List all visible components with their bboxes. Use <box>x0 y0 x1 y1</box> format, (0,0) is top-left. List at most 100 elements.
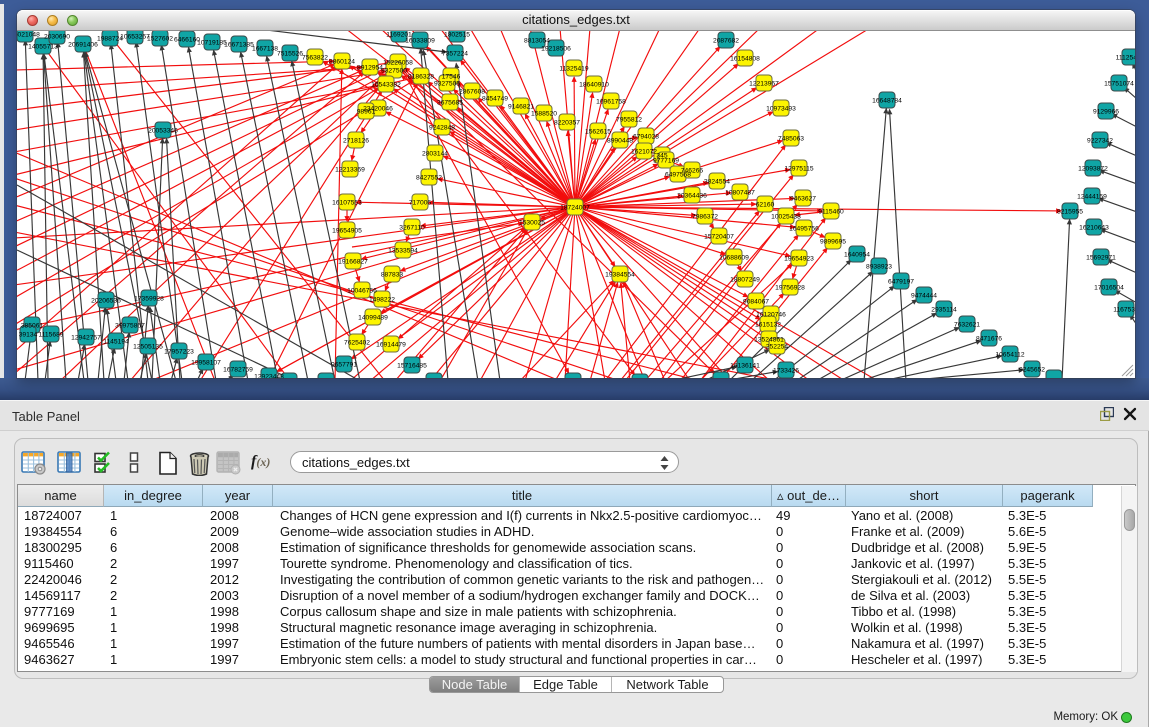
svg-text:7625402: 7625402 <box>344 339 370 346</box>
svg-text:17016504: 17016504 <box>1094 284 1124 291</box>
svg-text:16033809: 16033809 <box>405 37 435 44</box>
svg-text:1640954: 1640954 <box>844 251 870 258</box>
svg-text:14099489: 14099489 <box>358 314 388 321</box>
svg-text:9657791: 9657791 <box>331 361 357 368</box>
svg-text:10653267: 10653267 <box>120 33 150 40</box>
svg-text:19654905: 19654905 <box>332 227 362 234</box>
svg-text:8220357: 8220357 <box>554 119 580 126</box>
svg-text:98961: 98961 <box>357 108 376 115</box>
svg-text:9245652: 9245652 <box>1019 366 1045 373</box>
svg-text:39975867: 39975867 <box>115 322 145 329</box>
svg-text:7563822: 7563822 <box>302 54 328 61</box>
svg-text:19654923: 19654923 <box>784 255 814 262</box>
svg-text:1530025: 1530025 <box>519 219 545 226</box>
svg-text:10807487: 10807487 <box>725 189 755 196</box>
svg-text:385061: 385061 <box>21 322 44 329</box>
svg-text:16782759: 16782759 <box>223 366 253 373</box>
svg-text:10654112: 10654112 <box>995 351 1025 358</box>
svg-text:7632621: 7632621 <box>954 321 980 328</box>
svg-text:9327500: 9327500 <box>381 67 407 74</box>
svg-text:2935114: 2935114 <box>931 306 957 313</box>
svg-text:19958107: 19958107 <box>191 359 221 366</box>
svg-text:8215955: 8215955 <box>1057 208 1083 215</box>
svg-text:16961758: 16961758 <box>596 98 626 105</box>
svg-text:16107553: 16107553 <box>332 199 362 206</box>
svg-text:8186328: 8186328 <box>408 73 434 80</box>
svg-text:2718126: 2718126 <box>343 137 369 144</box>
svg-text:1667138: 1667138 <box>252 45 278 52</box>
svg-text:2803144: 2803144 <box>422 150 448 157</box>
svg-text:8454749: 8454749 <box>482 95 508 102</box>
svg-text:15720407: 15720407 <box>704 233 734 240</box>
svg-text:7357224: 7357224 <box>442 50 468 57</box>
svg-text:17957223: 17957223 <box>164 348 194 355</box>
svg-text:1167533: 1167533 <box>1113 306 1135 313</box>
svg-text:18724007: 18724007 <box>560 204 590 211</box>
svg-text:12213369: 12213369 <box>335 166 365 173</box>
svg-text:1802515: 1802515 <box>444 31 470 38</box>
svg-text:8471676: 8471676 <box>976 335 1002 342</box>
svg-text:16648784: 16648784 <box>872 97 902 104</box>
svg-text:15716485: 15716485 <box>397 362 427 369</box>
svg-text:19166827: 19166827 <box>338 258 368 265</box>
svg-text:12505135: 12505135 <box>133 343 163 350</box>
svg-text:12213967: 12213967 <box>749 80 779 87</box>
svg-text:16210643: 16210643 <box>1079 224 1109 231</box>
svg-text:12923448: 12923448 <box>254 373 284 378</box>
svg-text:8860124: 8860124 <box>329 58 355 65</box>
svg-text:15692971: 15692971 <box>1086 254 1116 261</box>
svg-text:9899695: 9899695 <box>820 238 846 245</box>
svg-text:1615132: 1615132 <box>755 321 781 328</box>
svg-text:746266: 746266 <box>681 167 704 174</box>
svg-text:8912954: 8912954 <box>357 64 383 71</box>
svg-text:19384554: 19384554 <box>605 271 635 278</box>
svg-text:20206536: 20206536 <box>91 297 121 304</box>
svg-text:1588520: 1588520 <box>531 110 557 117</box>
svg-text:16543382: 16543382 <box>371 81 401 88</box>
svg-text:12942757: 12942757 <box>71 334 101 341</box>
svg-text:2867608: 2867608 <box>459 88 485 95</box>
svg-text:717006: 717006 <box>409 199 432 206</box>
svg-text:9777169: 9777169 <box>653 157 679 164</box>
svg-text:8427552: 8427552 <box>416 174 442 181</box>
svg-text:2087682: 2087682 <box>713 37 739 44</box>
svg-text:3824554: 3824554 <box>704 178 730 185</box>
svg-text:18640910: 18640910 <box>579 81 609 88</box>
svg-text:16914479: 16914479 <box>376 341 406 348</box>
svg-text:20691406: 20691406 <box>68 41 98 48</box>
svg-text:16495756: 16495756 <box>789 225 819 232</box>
svg-text:887833: 887833 <box>381 271 404 278</box>
svg-text:9242848: 9242848 <box>429 124 455 131</box>
svg-text:16136141: 16136141 <box>730 362 760 369</box>
svg-text:16021048: 16021048 <box>17 31 40 38</box>
svg-text:1621072: 1621072 <box>631 148 657 155</box>
svg-text:6479197: 6479197 <box>888 278 914 285</box>
svg-text:10025438: 10025438 <box>771 213 801 220</box>
svg-text:13524861: 13524861 <box>754 336 784 343</box>
svg-text:9129966: 9129966 <box>1093 108 1119 115</box>
svg-text:17546: 17546 <box>442 73 461 80</box>
svg-text:2030690: 2030690 <box>44 33 70 40</box>
svg-text:14055713: 14055713 <box>28 43 58 50</box>
svg-text:11125419: 11125419 <box>1116 54 1135 61</box>
svg-text:13533594: 13533594 <box>388 247 418 254</box>
svg-text:18807249: 18807249 <box>730 276 760 283</box>
svg-text:8990448: 8990448 <box>607 137 633 144</box>
svg-text:11325419: 11325419 <box>559 65 589 72</box>
svg-text:9474444: 9474444 <box>911 292 937 299</box>
svg-text:1115689: 1115689 <box>38 331 63 338</box>
svg-text:9115460: 9115460 <box>818 208 844 215</box>
svg-text:16120746: 16120746 <box>756 311 786 318</box>
svg-text:3267110: 3267110 <box>399 224 425 231</box>
svg-text:12093872: 12093872 <box>1078 165 1108 172</box>
svg-text:10973493: 10973493 <box>766 105 796 112</box>
svg-text:7485063: 7485063 <box>778 135 804 142</box>
svg-text:62160: 62160 <box>756 201 775 208</box>
svg-text:7955812: 7955812 <box>616 116 642 123</box>
svg-text:8813054: 8813054 <box>524 37 550 44</box>
svg-text:1527602: 1527602 <box>147 35 173 42</box>
svg-text:1562615: 1562615 <box>585 128 611 135</box>
svg-text:9327505: 9327505 <box>434 80 460 87</box>
svg-text:15226058: 15226058 <box>383 59 413 66</box>
svg-text:12975115: 12975115 <box>784 165 814 172</box>
